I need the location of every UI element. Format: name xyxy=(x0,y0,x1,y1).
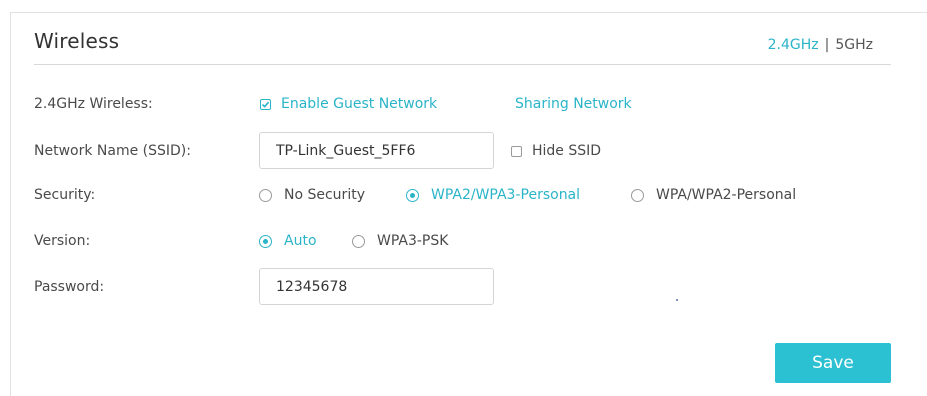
version-option-label: Auto xyxy=(284,233,317,249)
band-tab-5ghz[interactable]: 5GHz xyxy=(835,37,873,53)
ssid-label: Network Name (SSID): xyxy=(34,143,191,159)
security-option-wpa2-wpa3[interactable]: WPA2/WPA3-Personal xyxy=(406,185,580,205)
hide-ssid-checkbox[interactable]: Hide SSID xyxy=(511,141,601,161)
radio-empty-icon xyxy=(259,188,272,202)
enable-guest-network-checkbox[interactable]: Enable Guest Network xyxy=(260,94,437,114)
security-row: Security: xyxy=(34,185,95,205)
ssid-row: Network Name (SSID): xyxy=(34,141,191,161)
radio-selected-icon xyxy=(406,188,419,202)
enable-guest-network-label: Enable Guest Network xyxy=(281,96,438,112)
security-option-label: No Security xyxy=(284,187,365,203)
stray-dot xyxy=(676,299,678,301)
band-switch: 2.4GHz | 5GHz xyxy=(768,37,873,53)
radio-empty-icon xyxy=(352,234,365,248)
security-option-label: WPA/WPA2-Personal xyxy=(656,187,797,203)
ssid-input[interactable] xyxy=(259,132,494,169)
radio-empty-icon xyxy=(631,188,644,202)
security-option-label: WPA2/WPA3-Personal xyxy=(431,187,581,203)
version-label: Version: xyxy=(34,233,91,249)
panel-title: Wireless xyxy=(34,29,120,53)
sharing-network-link[interactable]: Sharing Network xyxy=(515,94,632,114)
password-input[interactable] xyxy=(259,268,494,305)
sharing-network-label: Sharing Network xyxy=(515,96,632,112)
checkbox-empty-icon xyxy=(511,145,522,157)
band-separator: | xyxy=(824,37,830,53)
version-option-auto[interactable]: Auto xyxy=(259,231,317,251)
version-row: Version: xyxy=(34,231,90,251)
wireless-label: 2.4GHz Wireless: xyxy=(34,96,153,112)
password-row: Password: xyxy=(34,277,104,297)
password-label: Password: xyxy=(34,279,105,295)
title-divider xyxy=(34,64,891,65)
save-button[interactable]: Save xyxy=(775,343,891,383)
security-option-no-security[interactable]: No Security xyxy=(259,185,365,205)
hide-ssid-label: Hide SSID xyxy=(532,143,602,159)
security-label: Security: xyxy=(34,187,96,203)
security-option-wpa-wpa2[interactable]: WPA/WPA2-Personal xyxy=(631,185,796,205)
version-option-wpa3-psk[interactable]: WPA3-PSK xyxy=(352,231,448,251)
band-tab-2-4ghz[interactable]: 2.4GHz xyxy=(768,37,819,53)
radio-selected-icon xyxy=(259,234,272,248)
checkmark-icon xyxy=(260,98,271,110)
wireless-panel: Wireless 2.4GHz | 5GHz 2.4GHz Wireless: En… xyxy=(10,12,927,396)
wireless-row: 2.4GHz Wireless: xyxy=(34,94,153,114)
version-option-label: WPA3-PSK xyxy=(377,233,449,249)
